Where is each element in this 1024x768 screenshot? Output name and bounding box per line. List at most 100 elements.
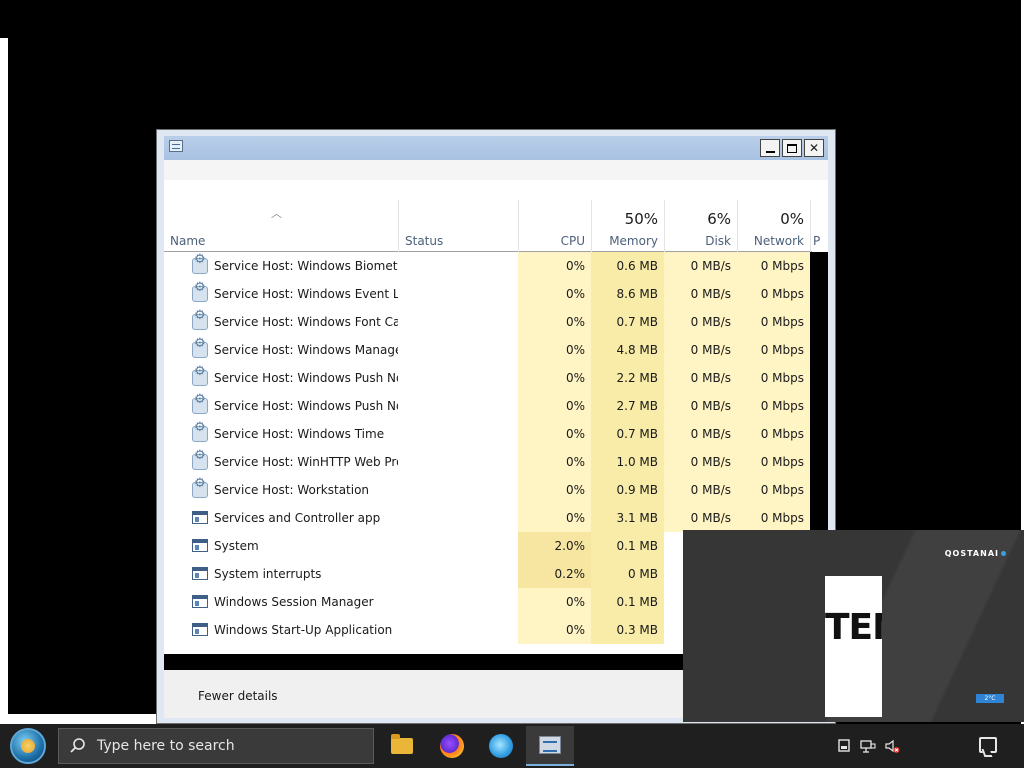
minimize-icon xyxy=(765,150,775,153)
column-header-disk-label: Disk xyxy=(705,234,731,248)
column-header-power[interactable]: P xyxy=(810,200,828,252)
action-center-icon[interactable] xyxy=(979,737,997,753)
process-memory: 4.8 MB xyxy=(591,336,664,364)
process-name: System xyxy=(214,539,259,553)
memory-total-percent: 50% xyxy=(624,210,658,228)
process-memory: 0.7 MB xyxy=(591,420,664,448)
process-disk: 0 MB/s xyxy=(664,448,737,476)
column-header-name[interactable]: ︿ Name xyxy=(164,200,398,252)
process-disk: 0 MB/s xyxy=(664,504,737,532)
process-name: Services and Controller app xyxy=(214,511,381,525)
process-cpu: 0% xyxy=(518,392,591,420)
minimize-button[interactable] xyxy=(760,139,780,157)
process-disk: 0 MB/s xyxy=(664,252,737,280)
overlay-tag: 2°C xyxy=(976,694,1004,703)
process-cpu: 0% xyxy=(518,336,591,364)
process-cpu: 0% xyxy=(518,476,591,504)
process-disk: 0 MB/s xyxy=(664,364,737,392)
process-cpu: 0% xyxy=(518,420,591,448)
search-icon xyxy=(70,738,85,753)
table-row[interactable]: Service Host: Windows Push No... 0%2.7 MB… xyxy=(164,392,812,420)
process-memory: 0.6 MB xyxy=(591,252,664,280)
fewer-details-link[interactable]: Fewer details xyxy=(198,689,278,703)
column-header-cpu[interactable]: CPU xyxy=(518,200,591,252)
taskbar-search-box[interactable]: Type here to search xyxy=(58,728,374,764)
process-name: Service Host: Windows Font Ca... xyxy=(214,315,398,329)
tray-volume-muted-icon[interactable] xyxy=(884,738,900,754)
column-header-status[interactable]: Status xyxy=(398,200,518,252)
column-header-disk[interactable]: 6% Disk xyxy=(664,200,737,252)
process-network: 0 Mbps xyxy=(737,420,810,448)
file-explorer-icon xyxy=(391,734,413,754)
table-row[interactable]: Service Host: Windows Biometri... 0%0.6 M… xyxy=(164,252,812,280)
column-header-network[interactable]: 0% Network xyxy=(737,200,810,252)
column-header-cpu-label: CPU xyxy=(560,234,585,248)
overlay-brand-text: QOSTANAI xyxy=(944,549,999,558)
overlay-brand-logo: QOSTANAI xyxy=(945,549,1006,558)
process-cpu: 0% xyxy=(518,504,591,532)
process-memory: 0.7 MB xyxy=(591,308,664,336)
firefox-icon xyxy=(440,734,464,758)
table-row[interactable]: Service Host: WinHTTP Web Pro... 0%1.0 MB… xyxy=(164,448,812,476)
process-disk: 0 MB/s xyxy=(664,336,737,364)
process-memory: 0 MB xyxy=(591,560,664,588)
column-header-memory[interactable]: 50% Memory xyxy=(591,200,664,252)
process-network: 0 Mbps xyxy=(737,308,810,336)
process-disk: 0 MB/s xyxy=(664,280,737,308)
tray-network-icon[interactable] xyxy=(860,738,876,754)
process-disk: 0 MB/s xyxy=(664,308,737,336)
column-header-power-label: P xyxy=(813,234,821,248)
process-memory: 2.7 MB xyxy=(591,392,664,420)
table-row[interactable]: Service Host: Workstation 0%0.9 MB0 MB/s0… xyxy=(164,476,812,504)
process-cpu: 0% xyxy=(518,616,591,644)
process-name: Service Host: Windows Event Log xyxy=(214,287,398,301)
video-overlay: QOSTANAI TEN 2°C xyxy=(683,530,1024,722)
process-network: 0 Mbps xyxy=(737,280,810,308)
window-controls: ✕ xyxy=(760,139,824,157)
column-header-network-label: Network xyxy=(753,234,804,248)
column-header-row: ︿ Name Status CPU 50% Memory 6% Disk 0% … xyxy=(164,200,820,252)
column-header-status-label: Status xyxy=(405,234,444,248)
taskbar-app-task-manager[interactable] xyxy=(526,726,574,766)
process-memory: 0.1 MB xyxy=(591,588,664,616)
column-header-memory-label: Memory xyxy=(609,234,658,248)
process-name: Service Host: Windows Push No... xyxy=(214,399,398,413)
start-button[interactable] xyxy=(6,726,48,766)
taskbar-app-browser[interactable] xyxy=(477,726,525,766)
taskbar-app-firefox[interactable] xyxy=(428,726,476,766)
process-name: Service Host: Windows Push No... xyxy=(214,371,398,385)
process-cpu: 0% xyxy=(518,448,591,476)
network-total-percent: 0% xyxy=(780,210,804,228)
table-row[interactable]: Service Host: Windows Manage... 0%4.8 MB0… xyxy=(164,336,812,364)
browser-icon xyxy=(489,734,513,758)
disk-total-percent: 6% xyxy=(707,210,731,228)
process-memory: 0.1 MB xyxy=(591,532,664,560)
process-memory: 8.6 MB xyxy=(591,280,664,308)
process-cpu: 0% xyxy=(518,252,591,280)
table-row[interactable]: Service Host: Windows Push No... 0%2.2 MB… xyxy=(164,364,812,392)
table-row[interactable]: Service Host: Windows Event Log0%8.6 MB0… xyxy=(164,280,812,308)
menu-bar xyxy=(164,160,828,180)
process-name: Service Host: Windows Manage... xyxy=(214,343,398,357)
brand-dot-icon xyxy=(1001,551,1006,556)
process-network: 0 Mbps xyxy=(737,252,810,280)
process-cpu: 0% xyxy=(518,588,591,616)
table-row[interactable]: Services and Controller app 0% 3.1 MB 0 MB/… xyxy=(164,504,812,532)
title-bar[interactable]: ✕ xyxy=(164,136,828,160)
process-cpu: 0% xyxy=(518,308,591,336)
process-name: Service Host: Windows Biometri... xyxy=(214,259,398,273)
table-row[interactable]: Service Host: Windows Font Ca... 0%0.7 MB… xyxy=(164,308,812,336)
taskbar-app-file-explorer[interactable] xyxy=(378,726,426,766)
sort-ascending-icon: ︿ xyxy=(271,207,282,220)
maximize-icon xyxy=(787,143,797,153)
process-network: 0 Mbps xyxy=(737,504,810,532)
process-network: 0 Mbps xyxy=(737,364,810,392)
close-button[interactable]: ✕ xyxy=(804,139,824,157)
start-orb-icon xyxy=(10,728,46,764)
process-name: Service Host: Workstation xyxy=(214,483,370,497)
process-disk: 0 MB/s xyxy=(664,420,737,448)
table-row[interactable]: Service Host: Windows Time 0%0.7 MB0 MB/s… xyxy=(164,420,812,448)
taskbar: Type here to search xyxy=(0,724,1024,768)
maximize-button[interactable] xyxy=(782,139,802,157)
tray-battery-icon[interactable] xyxy=(836,738,852,754)
